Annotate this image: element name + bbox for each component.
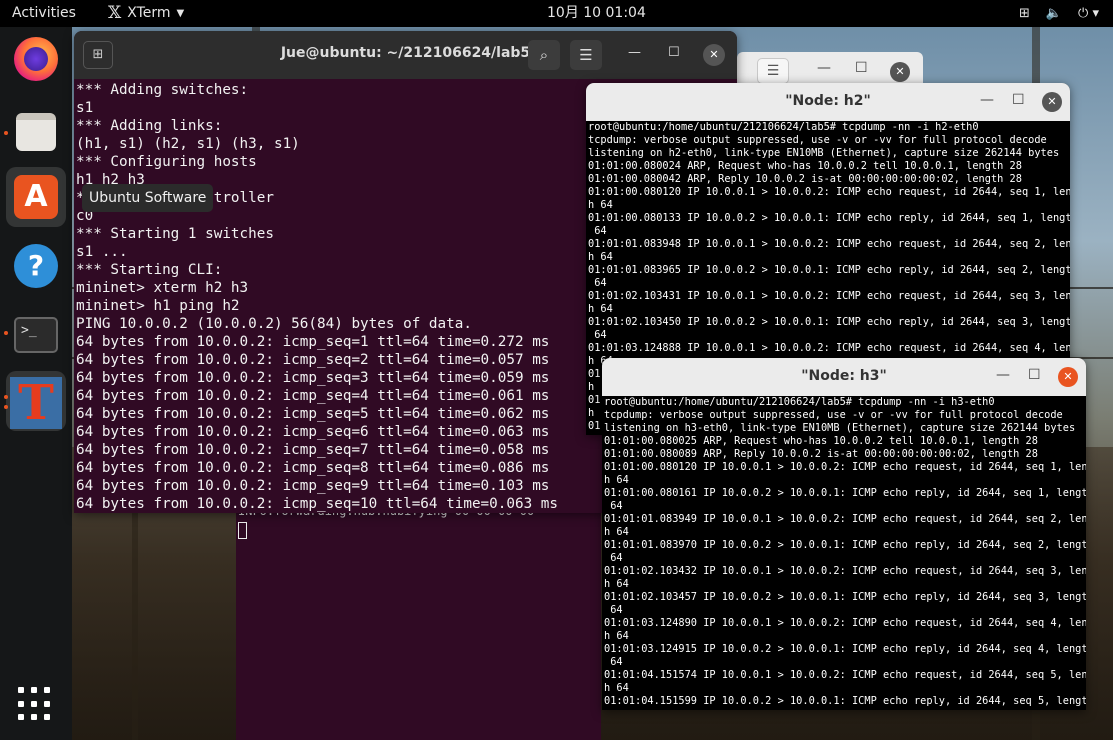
- xterm-icon[interactable]: T: [10, 377, 62, 429]
- clock[interactable]: 10月 10 01:04: [547, 0, 646, 27]
- minimize-icon[interactable]: —: [628, 45, 641, 60]
- close-icon[interactable]: ✕: [703, 44, 725, 66]
- terminal-line: 01:01:01.083949 IP 10.0.0.1 > 10.0.0.2: …: [604, 513, 1086, 525]
- terminal-line: 01:01:02.103457 IP 10.0.0.2 > 10.0.0.1: …: [604, 591, 1086, 603]
- maximize-icon[interactable]: ☐: [668, 45, 680, 60]
- terminal-line: 64: [588, 277, 607, 289]
- running-indicator: [4, 331, 8, 335]
- terminal-line: 01:01:04.151599 IP 10.0.0.2 > 10.0.0.1: …: [604, 695, 1086, 707]
- terminal-line: h 64: [604, 578, 629, 590]
- terminal-line: h 64: [604, 526, 629, 538]
- firefox-icon[interactable]: [14, 37, 58, 81]
- terminal-line: listening on h2-eth0, link-type EN10MB (…: [588, 147, 1060, 159]
- terminal-line: 01:01:01.083965 IP 10.0.0.2 > 10.0.0.1: …: [588, 264, 1070, 276]
- maximize-icon[interactable]: ☐: [1012, 92, 1025, 108]
- terminal-line: 01:01:00.080133 IP 10.0.0.2 > 10.0.0.1: …: [588, 212, 1070, 224]
- terminal-line: h 64: [604, 682, 629, 694]
- hamburger-menu-icon[interactable]: ☰: [570, 40, 602, 70]
- window-title: "Node: h2": [785, 93, 871, 109]
- volume-icon[interactable]: 🔈: [1046, 0, 1062, 27]
- terminal-line: tcpdump: verbose output suppressed, use …: [588, 134, 1047, 146]
- close-icon[interactable]: ✕: [1042, 92, 1062, 112]
- maximize-icon[interactable]: ☐: [1028, 367, 1041, 383]
- terminal-line: 01:01:02.103432 IP 10.0.0.1 > 10.0.0.2: …: [604, 565, 1086, 577]
- files-icon[interactable]: [16, 113, 56, 151]
- terminal-line: h 64: [588, 303, 613, 315]
- network-icon[interactable]: ⊞: [1019, 0, 1030, 27]
- show-applications-icon[interactable]: [18, 687, 52, 721]
- maximize-icon[interactable]: ☐: [855, 60, 868, 76]
- terminal-line: 01:01:00.080025 ARP, Request who-has 10.…: [604, 435, 1038, 447]
- minimize-icon[interactable]: —: [996, 367, 1010, 383]
- node-h3-window[interactable]: "Node: h3" — ☐ ✕ root@ubuntu:/home/ubunt…: [602, 358, 1086, 710]
- terminal-line: 01:01:03.124915 IP 10.0.0.2 > 10.0.0.1: …: [604, 643, 1086, 655]
- running-indicator: [4, 131, 8, 135]
- help-icon[interactable]: ?: [14, 244, 58, 288]
- terminal-line: 01:01:02.103431 IP 10.0.0.1 > 10.0.0.2: …: [588, 290, 1070, 302]
- hamburger-menu-icon[interactable]: ☰: [757, 58, 789, 84]
- power-icon[interactable]: ⏻ ▾: [1078, 0, 1099, 27]
- top-bar: Activities 𝕏 XTerm ▼ 10月 10 01:04 ⊞ 🔈 ⏻ …: [0, 0, 1113, 27]
- terminal-line: 64: [604, 500, 623, 512]
- terminal-line: root@ubuntu:/home/ubuntu/212106624/lab5#…: [604, 396, 995, 408]
- dock-tooltip: Ubuntu Software: [82, 184, 214, 212]
- terminal-line: h 64: [588, 199, 613, 211]
- terminal-output[interactable]: root@ubuntu:/home/ubuntu/212106624/lab5#…: [604, 396, 1086, 708]
- terminal-line: 64: [588, 225, 607, 237]
- terminal-line: 64: [604, 656, 623, 668]
- terminal-line: 01:01:01.083948 IP 10.0.0.1 > 10.0.0.2: …: [588, 238, 1070, 250]
- terminal-line: h 64: [604, 474, 629, 486]
- terminal-line: 01:01:03.124890 IP 10.0.0.1 > 10.0.0.2: …: [604, 617, 1086, 629]
- terminal-icon[interactable]: >_: [14, 317, 58, 353]
- terminal-line: 01:01:00.080120 IP 10.0.0.1 > 10.0.0.2: …: [588, 186, 1070, 198]
- chevron-down-icon: ▼: [176, 8, 185, 19]
- app-menu-label: XTerm: [127, 5, 171, 21]
- ubuntu-software-icon[interactable]: A: [14, 175, 58, 219]
- activities-button[interactable]: Activities: [12, 0, 76, 27]
- window-title: "Node: h3": [801, 368, 887, 384]
- terminal-cursor: [238, 522, 247, 539]
- terminal-line: 64: [604, 552, 623, 564]
- terminal-line: 64: [604, 604, 623, 616]
- background-xterm-window[interactable]: INFO:forwarding.hub:hubifying 00-00-00-0…: [236, 504, 601, 740]
- running-indicator: [4, 395, 8, 399]
- terminal-line: 01:01:03.124888 IP 10.0.0.1 > 10.0.0.2: …: [588, 342, 1070, 354]
- terminal-line: 01:01:00.080042 ARP, Reply 10.0.0.2 is-a…: [588, 173, 1022, 185]
- xterm-logo-icon: 𝕏: [108, 3, 122, 23]
- terminal-line: 01:01:01.083970 IP 10.0.0.2 > 10.0.0.1: …: [604, 539, 1086, 551]
- terminal-line: 01:01:00.080161 IP 10.0.0.2 > 10.0.0.1: …: [604, 487, 1086, 499]
- xterm-titlebar[interactable]: "Node: h2" — ☐ ✕: [586, 83, 1070, 121]
- terminal-line: 01:01:02.103450 IP 10.0.0.2 > 10.0.0.1: …: [588, 316, 1070, 328]
- close-icon[interactable]: ✕: [1058, 367, 1078, 387]
- terminal-line: 01:01:00.080120 IP 10.0.0.1 > 10.0.0.2: …: [604, 461, 1086, 473]
- background-terminal-titlebar[interactable]: ☰ — ☐ ✕: [737, 52, 923, 86]
- close-icon[interactable]: ✕: [890, 62, 910, 82]
- running-indicator: [4, 405, 8, 409]
- search-icon[interactable]: ⌕: [528, 40, 560, 70]
- terminal-titlebar[interactable]: ⊞ Jue@ubuntu: ~/212106624/lab5 ⌕ ☰ — ☐ ✕: [74, 31, 737, 79]
- terminal-line: h 64: [604, 630, 629, 642]
- terminal-line: tcpdump: verbose output suppressed, use …: [604, 409, 1063, 421]
- terminal-line: 64: [588, 329, 607, 341]
- terminal-line: 01:01:00.080024 ARP, Request who-has 10.…: [588, 160, 1022, 172]
- system-tray[interactable]: ⊞ 🔈 ⏻ ▾: [1019, 0, 1099, 27]
- terminal-line: listening on h3-eth0, link-type EN10MB (…: [604, 422, 1076, 434]
- terminal-line: root@ubuntu:/home/ubuntu/212106624/lab5#…: [588, 121, 979, 133]
- minimize-icon[interactable]: —: [817, 60, 831, 76]
- dock: A ? >_ T: [0, 27, 72, 740]
- terminal-line: 01:01:04.151574 IP 10.0.0.1 > 10.0.0.2: …: [604, 669, 1086, 681]
- terminal-line: h 64: [588, 251, 613, 263]
- terminal-line: 01:01:00.080089 ARP, Reply 10.0.0.2 is-a…: [604, 448, 1038, 460]
- minimize-icon[interactable]: —: [980, 92, 994, 108]
- xterm-titlebar[interactable]: "Node: h3" — ☐ ✕: [602, 358, 1086, 396]
- app-menu[interactable]: 𝕏 XTerm ▼: [108, 0, 184, 27]
